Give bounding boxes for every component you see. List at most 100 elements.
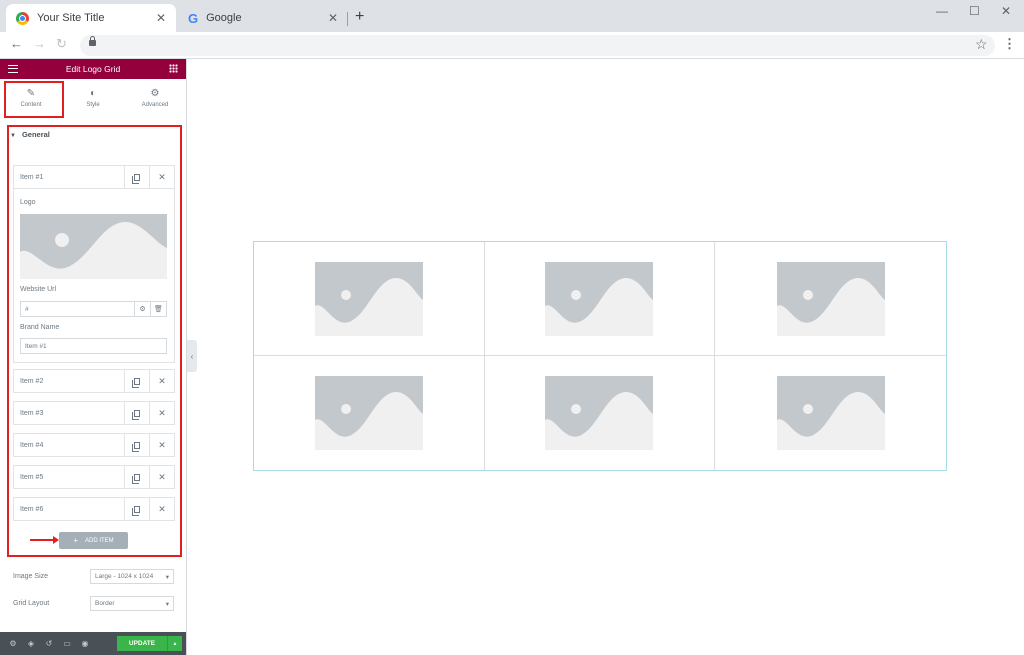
menu-kebab-icon[interactable]: ⋮ (1003, 36, 1016, 52)
forward-arrow-icon[interactable]: → (33, 36, 46, 51)
tab-label: Google (206, 12, 242, 24)
maximize-button[interactable]: ☐ (969, 4, 980, 18)
remove-button[interactable]: ✕ (149, 434, 174, 456)
minimize-button[interactable]: — (936, 4, 948, 18)
repeater-item[interactable]: Item #6 ✕ (13, 497, 175, 521)
tab-google[interactable]: G Google ✕ (178, 4, 348, 32)
website-url-input[interactable]: # (20, 301, 135, 317)
close-window-button[interactable]: ✕ (1001, 4, 1011, 18)
tab-style[interactable]: ◐ Style (62, 79, 124, 116)
responsive-icon[interactable]: ▭ (58, 639, 76, 648)
remove-button[interactable]: ✕ (149, 402, 174, 424)
logo-image-picker[interactable] (20, 214, 167, 279)
widgets-grid-icon[interactable] (169, 64, 178, 73)
logo-grid-cell[interactable] (715, 356, 946, 470)
address-bar: ← → ↻ ☆ ⋮ (0, 32, 1024, 59)
repeater-item[interactable]: Item #4 ✕ (13, 433, 175, 457)
chevron-down-icon: ▾ (165, 573, 169, 581)
tab-label: Your Site Title (37, 12, 105, 24)
gear-icon: ⚙ (139, 306, 146, 313)
remove-button[interactable]: ✕ (149, 466, 174, 488)
collapse-panel-handle[interactable]: ‹ (187, 340, 197, 372)
duplicate-button[interactable] (124, 370, 149, 392)
tab-content[interactable]: ✎ Content (0, 79, 62, 116)
tab-your-site-title[interactable]: Your Site Title ✕ (6, 4, 176, 32)
panel-footer: ⚙ ◈ ↺ ▭ ◉ UPDATE ▲ (0, 632, 186, 655)
close-tab-icon[interactable]: ✕ (156, 11, 166, 25)
close-icon: ✕ (158, 471, 166, 482)
duplicate-button[interactable] (124, 402, 149, 424)
history-icon[interactable]: ↺ (40, 639, 58, 648)
grid-layout-select[interactable]: Border ▾ (90, 596, 174, 611)
image-placeholder-icon (20, 221, 167, 279)
tab-divider (347, 12, 348, 26)
section-general-toggle[interactable]: ▼ General (10, 130, 50, 139)
repeater-item[interactable]: Item #3 ✕ (13, 401, 175, 425)
repeater-item-label: Item #3 (20, 409, 44, 417)
copy-icon (132, 505, 140, 516)
pencil-icon: ✎ (26, 87, 36, 99)
close-icon: ✕ (158, 503, 166, 514)
navigator-icon[interactable]: ◈ (22, 639, 40, 648)
add-item-button[interactable]: + ADD ITEM (59, 532, 128, 549)
copy-icon (132, 173, 140, 184)
star-icon[interactable]: ☆ (975, 36, 988, 53)
tab-advanced[interactable]: ⚙ Advanced (124, 79, 186, 116)
image-size-select[interactable]: Large - 1024 x 1024 ▾ (90, 569, 174, 584)
grid-layout-label: Grid Layout (13, 600, 50, 607)
image-placeholder-icon (314, 376, 423, 450)
logo-grid-cell[interactable] (485, 356, 716, 470)
logo-grid-cell[interactable] (715, 242, 946, 356)
browser-tab-bar: Your Site Title ✕ G Google ✕ + — ☐ ✕ (0, 0, 1024, 32)
logo-grid[interactable] (253, 241, 947, 471)
new-tab-button[interactable]: + (355, 8, 364, 26)
brand-name-input[interactable]: Item #1 (20, 338, 167, 354)
hamburger-menu-icon[interactable] (8, 65, 18, 73)
section-title: General (21, 130, 50, 139)
repeater-item[interactable]: Item #5 ✕ (13, 465, 175, 489)
close-icon: ✕ (158, 407, 166, 418)
contrast-icon: ◐ (89, 87, 97, 99)
reload-icon[interactable]: ↻ (56, 36, 67, 52)
duplicate-button[interactable] (124, 466, 149, 488)
update-button[interactable]: UPDATE (117, 636, 167, 651)
duplicate-button[interactable] (124, 498, 149, 520)
logo-grid-cell[interactable] (254, 356, 485, 470)
website-url-label: Website Url (20, 286, 57, 293)
repeater-item-label: Item #1 (20, 173, 44, 181)
logo-grid-cell[interactable] (484, 242, 716, 356)
url-options-button[interactable]: ⚙ (135, 301, 151, 317)
image-placeholder-icon (545, 261, 654, 336)
select-value: Large - 1024 x 1024 (95, 573, 154, 580)
remove-button[interactable]: ✕ (149, 498, 174, 520)
image-placeholder-icon (314, 261, 423, 336)
update-options-caret[interactable]: ▲ (167, 636, 182, 651)
remove-button[interactable]: ✕ (149, 370, 174, 392)
back-arrow-icon[interactable]: ← (10, 36, 23, 51)
lock-icon (89, 36, 96, 46)
tab-label: Advanced (141, 101, 169, 108)
trash-icon: 🗑 (154, 306, 163, 313)
select-value: Border (95, 600, 115, 607)
remove-button[interactable]: ✕ (149, 166, 174, 188)
duplicate-button[interactable] (124, 166, 149, 188)
close-tab-icon[interactable]: ✕ (328, 11, 338, 25)
duplicate-button[interactable] (124, 434, 149, 456)
repeater-item[interactable]: Item #2 ✕ (13, 369, 175, 393)
url-input[interactable] (80, 35, 995, 56)
panel-title: Edit Logo Grid (65, 64, 121, 74)
url-delete-button[interactable]: 🗑 (151, 301, 167, 317)
google-favicon-icon: G (188, 10, 199, 26)
logo-label: Logo (20, 199, 36, 206)
close-icon: ✕ (158, 171, 166, 182)
image-size-label: Image Size (13, 573, 49, 580)
panel-header: Edit Logo Grid (0, 59, 186, 79)
copy-icon (132, 377, 140, 388)
logo-grid-cell[interactable] (254, 242, 485, 356)
preview-eye-icon[interactable]: ◉ (76, 639, 94, 648)
settings-icon[interactable]: ⚙ (4, 639, 22, 648)
editor-panel: Edit Logo Grid ✎ Content ◐ Style ⚙ Advan… (0, 59, 187, 655)
repeater-item[interactable]: Item #1 ✕ (13, 165, 175, 189)
close-icon: ✕ (158, 439, 166, 450)
annotation-arrow (30, 536, 59, 544)
